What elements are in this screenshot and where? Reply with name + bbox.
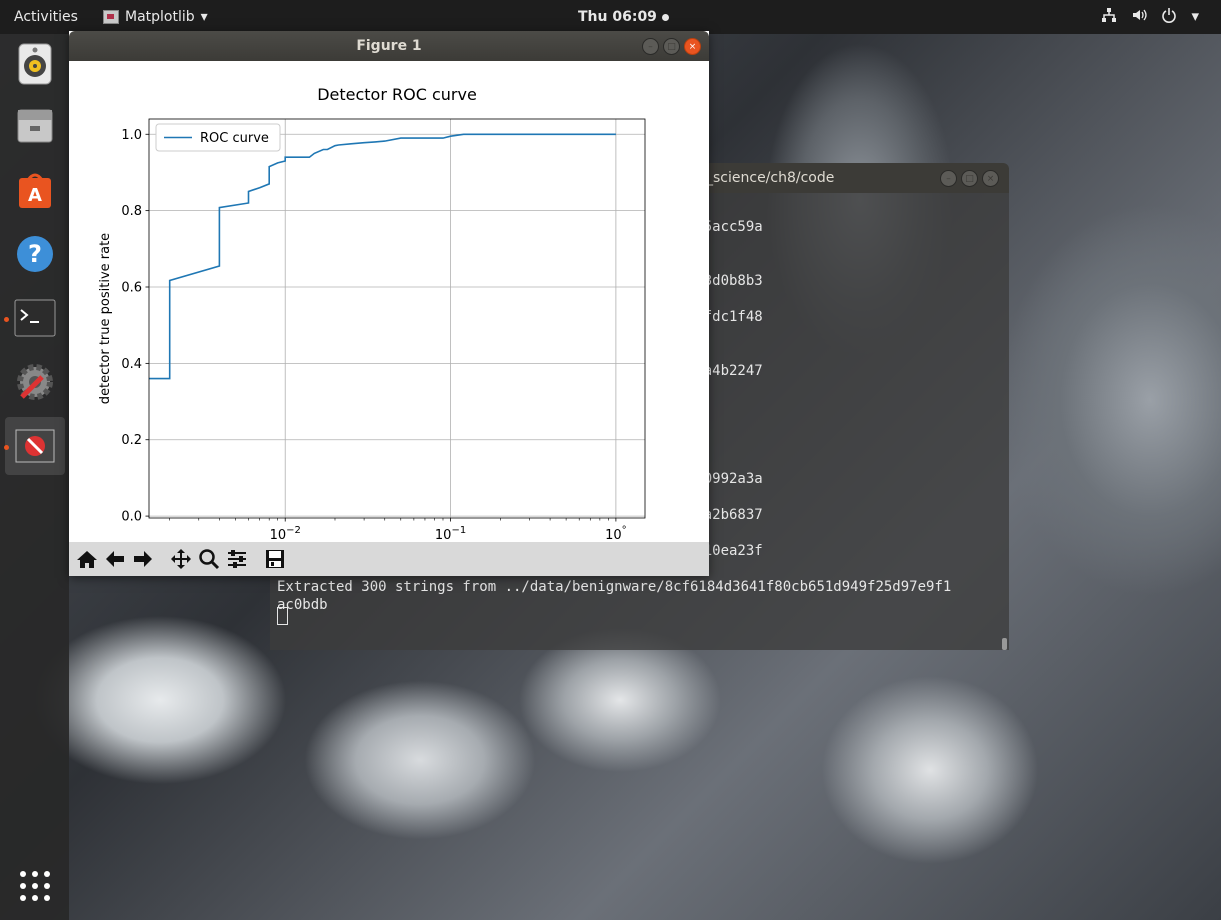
running-indicator bbox=[4, 317, 9, 322]
terminal-line: Extracted 300 strings from ../data/benig… bbox=[277, 579, 952, 595]
terminal-icon[interactable] bbox=[13, 296, 57, 340]
zoom-icon[interactable] bbox=[195, 545, 223, 573]
y-tick-label: 0.6 bbox=[121, 281, 142, 296]
terminal-scrollbar[interactable] bbox=[1002, 638, 1007, 650]
y-tick-label: 0.0 bbox=[121, 510, 142, 525]
y-axis-label: detector true positive rate bbox=[98, 233, 113, 404]
matplotlib-app-icon bbox=[103, 10, 119, 24]
app-menu-label: Matplotlib bbox=[125, 9, 195, 25]
dock: A ? bbox=[0, 34, 69, 920]
volume-icon[interactable] bbox=[1131, 7, 1148, 27]
y-tick-label: 0.2 bbox=[121, 433, 142, 448]
terminal-title: _science/ch8/code bbox=[706, 170, 835, 186]
window-icon[interactable] bbox=[5, 417, 65, 475]
figure-titlebar[interactable]: Figure 1 – □ × bbox=[69, 31, 709, 61]
svg-text:A: A bbox=[28, 185, 42, 206]
minimize-icon[interactable]: – bbox=[642, 38, 659, 55]
help-icon[interactable]: ? bbox=[13, 232, 57, 276]
show-applications-icon[interactable] bbox=[13, 864, 57, 908]
figure-title: Figure 1 bbox=[356, 38, 422, 54]
files-icon[interactable] bbox=[13, 104, 57, 148]
maximize-icon[interactable]: □ bbox=[663, 38, 680, 55]
system-tray[interactable]: ▾ bbox=[1101, 7, 1199, 27]
minimize-icon[interactable]: – bbox=[940, 170, 957, 187]
power-icon[interactable] bbox=[1161, 7, 1177, 27]
software-icon[interactable]: A bbox=[13, 168, 57, 212]
clock-label: Thu 06:09 bbox=[578, 9, 657, 25]
y-tick-label: 0.4 bbox=[121, 357, 142, 372]
forward-icon[interactable] bbox=[129, 545, 157, 573]
maximize-icon[interactable]: □ bbox=[961, 170, 978, 187]
activities-button[interactable]: Activities bbox=[14, 9, 78, 25]
chevron-down-icon[interactable]: ▾ bbox=[1191, 7, 1199, 27]
figure-toolbar bbox=[69, 542, 709, 576]
notification-dot-icon bbox=[661, 13, 669, 21]
running-indicator bbox=[4, 445, 9, 450]
close-icon[interactable]: × bbox=[684, 38, 701, 55]
chevron-down-icon: ▾ bbox=[200, 9, 208, 25]
save-icon[interactable] bbox=[261, 545, 289, 573]
network-icon[interactable] bbox=[1101, 7, 1117, 27]
clock[interactable]: Thu 06:09 bbox=[578, 9, 669, 25]
svg-text:?: ? bbox=[28, 240, 42, 268]
home-icon[interactable] bbox=[73, 545, 101, 573]
pan-icon[interactable] bbox=[167, 545, 195, 573]
y-tick-label: 0.8 bbox=[121, 204, 142, 219]
settings-icon[interactable] bbox=[13, 360, 57, 404]
rhythmbox-icon[interactable] bbox=[13, 42, 57, 86]
app-menu[interactable]: Matplotlib ▾ bbox=[103, 9, 208, 25]
plot-canvas[interactable]: 0.0 0.2 0.4 0.6 0.8 1.0 10−2 10−1 10° Detector RO… bbox=[69, 61, 709, 566]
back-icon[interactable] bbox=[101, 545, 129, 573]
roc-chart: 0.00.20.40.60.81.010−2 10−1 10°Detector RO… bbox=[69, 61, 709, 566]
close-icon[interactable]: × bbox=[982, 170, 999, 187]
chart-title: Detector ROC curve bbox=[317, 85, 477, 104]
legend-label: ROC curve bbox=[200, 131, 269, 146]
configure-icon[interactable] bbox=[223, 545, 251, 573]
top-bar: Activities Matplotlib ▾ Thu 06:09 ▾ bbox=[0, 0, 1221, 34]
figure-window[interactable]: Figure 1 – □ × 0.0 0.2 0.4 0.6 0.8 1.0 10−2 10−… bbox=[69, 31, 709, 576]
terminal-line: ac0bdb bbox=[277, 597, 328, 613]
y-tick-label: 1.0 bbox=[121, 128, 142, 143]
